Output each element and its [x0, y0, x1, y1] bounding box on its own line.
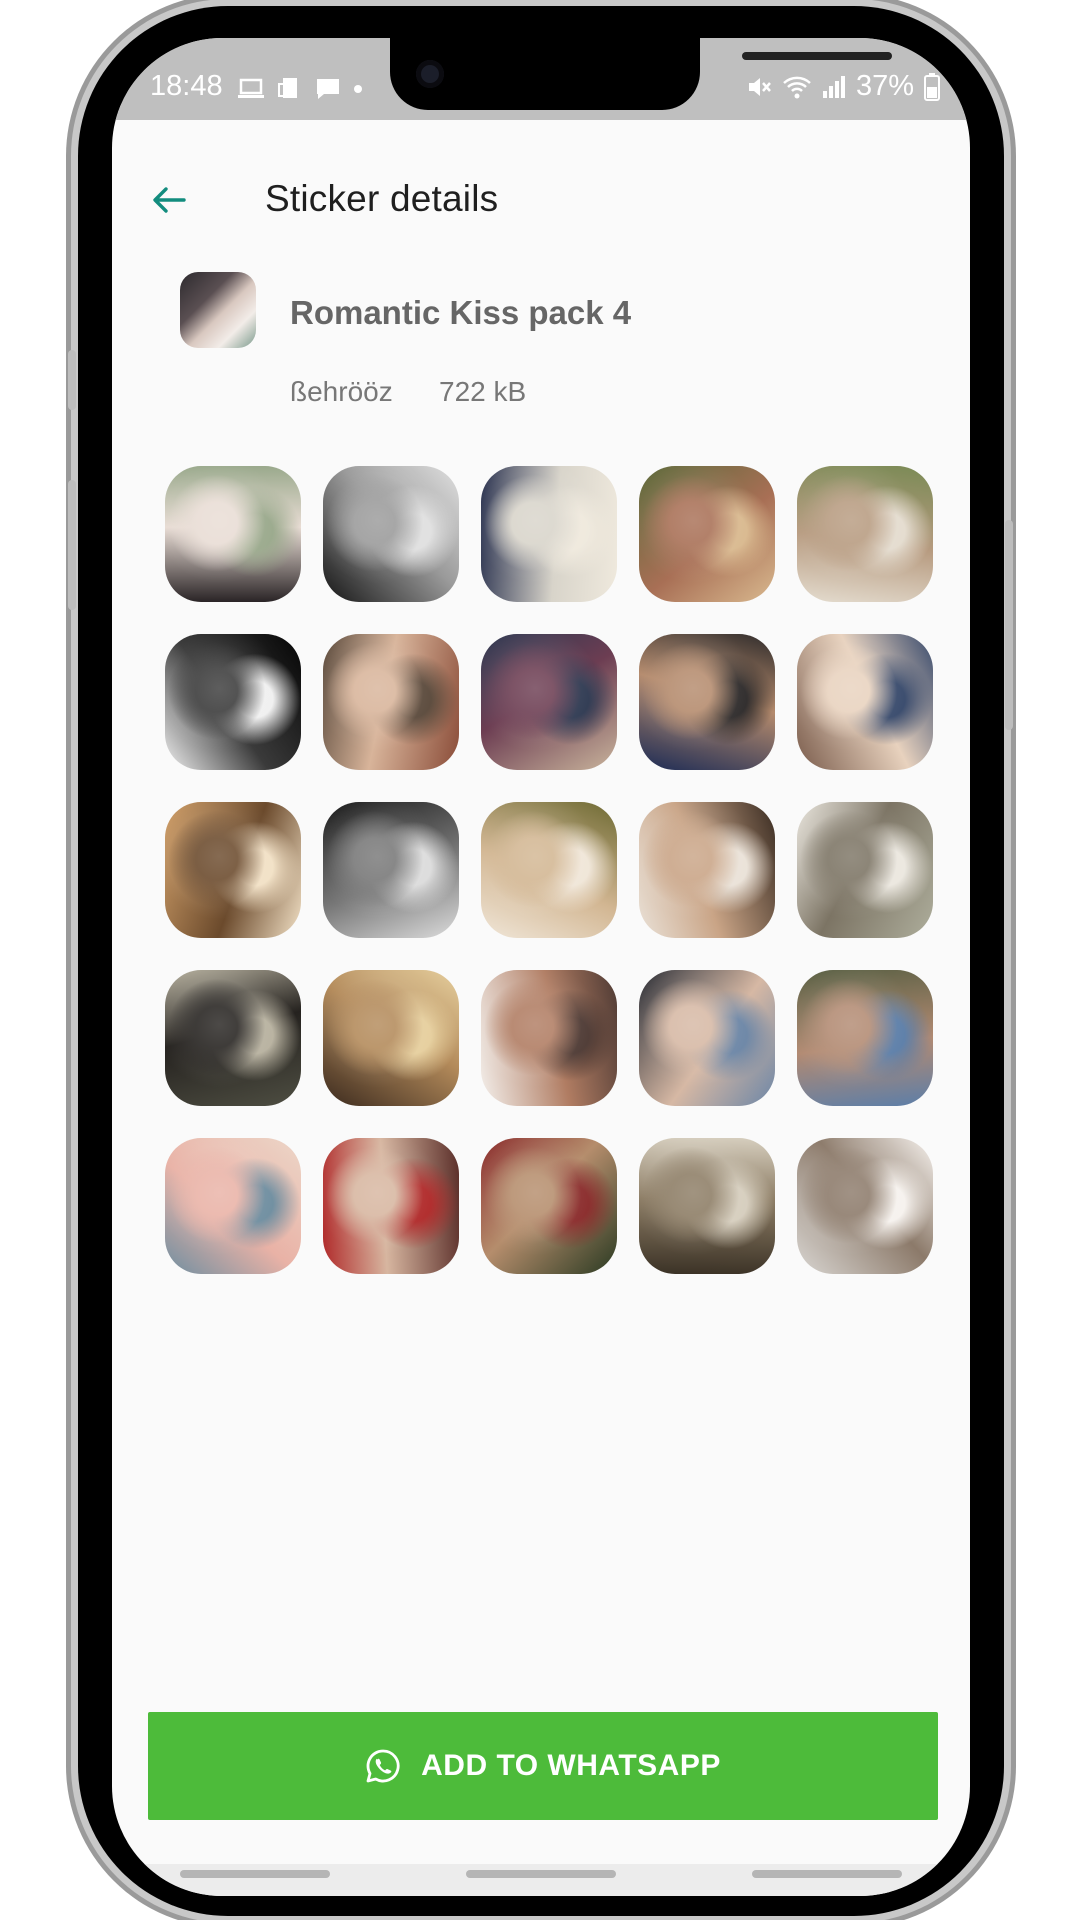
sticker-thumbnail[interactable]: [797, 802, 933, 938]
chat-icon: [317, 79, 339, 99]
nav-back-hint[interactable]: [752, 1870, 902, 1878]
sticker-thumbnail[interactable]: [639, 1138, 775, 1274]
sticker-thumbnail[interactable]: [639, 802, 775, 938]
front-camera: [416, 60, 444, 88]
pack-tray-icon: [180, 272, 256, 348]
dot-icon: [354, 85, 362, 93]
side-button: [68, 480, 76, 610]
sticker-thumbnail[interactable]: [165, 466, 301, 602]
nav-home-hint[interactable]: [466, 1870, 616, 1878]
sticker-thumbnail[interactable]: [481, 1138, 617, 1274]
pack-name: Romantic Kiss pack 4: [290, 294, 632, 331]
sticker-thumbnail[interactable]: [165, 634, 301, 770]
battery-percent: 37%: [855, 70, 914, 102]
wifi-icon: [783, 76, 811, 98]
side-button: [1005, 520, 1013, 730]
pack-publisher: ßehrööz: [290, 376, 393, 407]
sticker-thumbnail[interactable]: [797, 970, 933, 1106]
sticker-thumbnail[interactable]: [639, 634, 775, 770]
nav-recent-hint[interactable]: [180, 1870, 330, 1878]
add-to-whatsapp-label: ADD TO WHATSAPP: [421, 1749, 721, 1782]
toolbar: [112, 138, 970, 248]
cast-icon: [278, 78, 297, 98]
sticker-thumbnail[interactable]: [323, 970, 459, 1106]
sticker-thumbnail[interactable]: [481, 970, 617, 1106]
laptop-icon: [238, 78, 264, 98]
status-time: 18:48: [150, 70, 223, 102]
sticker-thumbnail[interactable]: [165, 970, 301, 1106]
sticker-thumbnail[interactable]: [481, 466, 617, 602]
page-title: Sticker details: [265, 178, 499, 219]
sticker-thumbnail[interactable]: [639, 970, 775, 1106]
sticker-thumbnail[interactable]: [323, 802, 459, 938]
whatsapp-icon: [366, 1749, 400, 1783]
pack-size: 722 kB: [439, 376, 527, 407]
mute-icon: [748, 77, 771, 96]
sticker-thumbnail[interactable]: [323, 466, 459, 602]
sticker-thumbnail[interactable]: [481, 802, 617, 938]
battery-icon: [924, 72, 940, 101]
status-right-icons: 37%: [746, 70, 940, 103]
sticker-thumbnail[interactable]: [323, 634, 459, 770]
sticker-thumbnail[interactable]: [797, 634, 933, 770]
add-to-whatsapp-button[interactable]: ADD TO WHATSAPP: [148, 1712, 938, 1820]
sticker-thumbnail[interactable]: [323, 1138, 459, 1274]
sticker-thumbnail[interactable]: [797, 466, 933, 602]
sticker-thumbnail[interactable]: [639, 466, 775, 602]
earpiece: [742, 52, 892, 60]
sticker-thumbnail[interactable]: [481, 634, 617, 770]
status-left-icons: [237, 76, 363, 102]
signal-icon: [822, 75, 845, 98]
sticker-grid: [165, 466, 935, 1274]
side-button: [68, 350, 76, 410]
sticker-thumbnail[interactable]: [165, 1138, 301, 1274]
back-arrow-icon[interactable]: [150, 182, 186, 218]
sticker-thumbnail[interactable]: [797, 1138, 933, 1274]
app-screen: 18:48 37% Sticker details Romantic Kiss …: [112, 38, 970, 1896]
navigation-bar: [112, 1864, 970, 1896]
sticker-thumbnail[interactable]: [165, 802, 301, 938]
